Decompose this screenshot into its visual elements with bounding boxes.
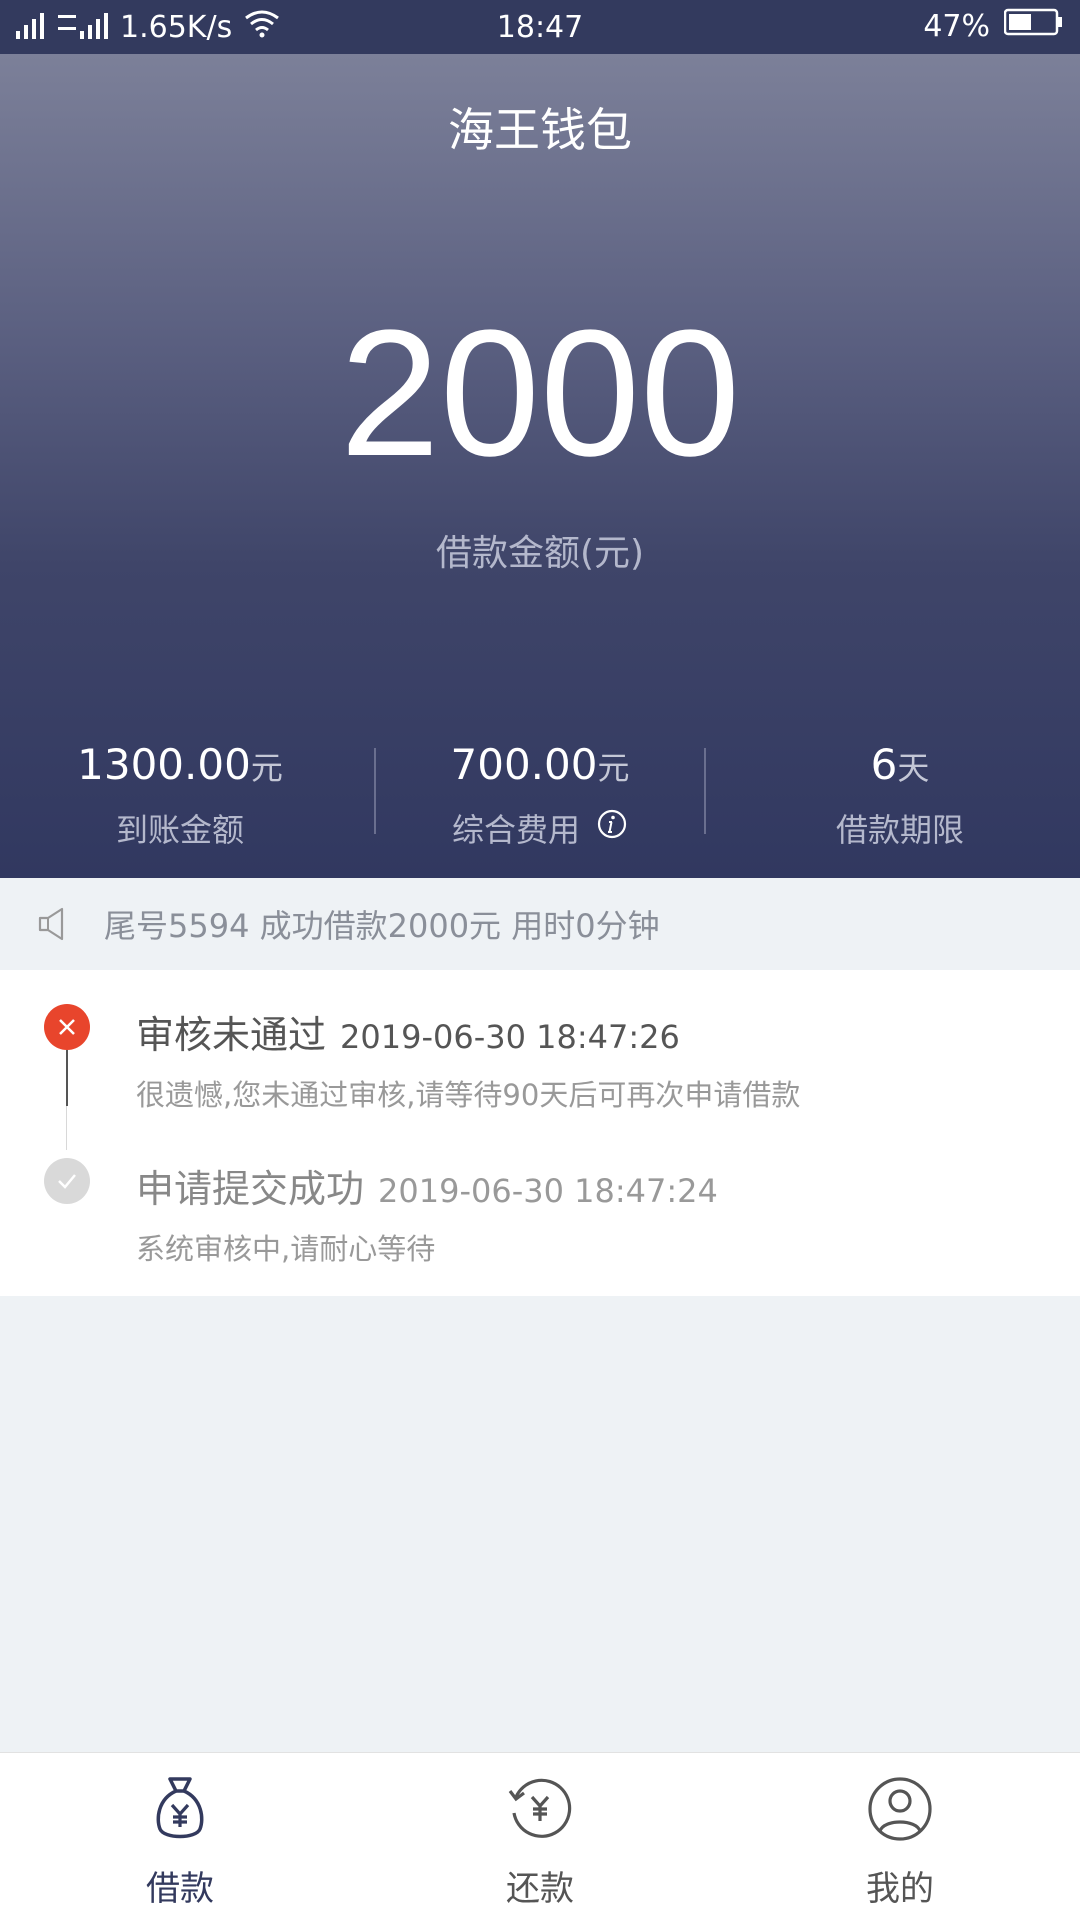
stat-loan-term: 6天 借款期限 (720, 740, 1080, 870)
tab-repay[interactable]: 还款 (360, 1753, 720, 1921)
timeline-desc: 很遗憾,您未通过审核,请等待90天后可再次申请借款 (136, 1078, 801, 1112)
battery-percent: 47% (923, 8, 990, 44)
application-timeline: 审核未通过 2019-06-30 18:47:26 很遗憾,您未通过审核,请等待9… (0, 970, 1080, 1296)
rejected-icon (44, 1004, 90, 1050)
loan-summary-header: 海王钱包 2000 借款金额(元) 1300.00元 到账金额 700.00元 … (0, 54, 1080, 878)
stat-label: 借款期限 (835, 811, 964, 849)
stat-divider (704, 748, 706, 834)
stat-unit: 元 (250, 749, 283, 787)
timeline-status: 申请提交成功 (136, 1167, 365, 1211)
battery-icon (1003, 8, 1064, 44)
tab-profile[interactable]: 我的 (720, 1753, 1080, 1921)
stat-received-amount: 1300.00元 到账金额 (0, 740, 360, 870)
stat-total-fee: 700.00元 综合费用 (360, 740, 720, 870)
bottom-tab-bar: 借款 还款 我的 (0, 1752, 1080, 1921)
timeline-status: 审核未通过 (136, 1013, 327, 1057)
repay-icon (504, 1773, 576, 1845)
stat-value: 1300.00 (77, 740, 251, 789)
loan-amount-label: 借款金额(元) (435, 533, 645, 574)
loan-amount: 2000 (339, 293, 741, 494)
timeline-connector (66, 1106, 67, 1150)
page-title: 海王钱包 (448, 103, 632, 157)
info-icon[interactable] (596, 808, 628, 848)
stat-label: 到账金额 (115, 811, 244, 849)
tab-label: 我的 (866, 1869, 934, 1909)
loan-stats: 1300.00元 到账金额 700.00元 综合费用 6天 借款期限 (0, 740, 1080, 870)
profile-icon (864, 1773, 936, 1845)
timeline-date: 2019-06-30 18:47:24 (378, 1172, 718, 1210)
tab-label: 借款 (146, 1869, 214, 1909)
timeline-title: 审核未通过 2019-06-30 18:47:26 (136, 1004, 680, 1059)
stat-value: 700.00 (450, 740, 598, 789)
stat-value: 6 (870, 740, 898, 789)
stat-unit: 元 (597, 749, 630, 787)
checkmark-icon (44, 1158, 90, 1204)
tab-borrow[interactable]: 借款 (0, 1753, 360, 1921)
timeline-desc: 系统审核中,请耐心等待 (136, 1232, 436, 1266)
stat-unit: 天 (897, 749, 930, 787)
money-bag-icon (144, 1773, 216, 1845)
announcement-bar: 尾号5594 成功借款2000元 用时0分钟 (0, 878, 1080, 970)
tab-label: 还款 (506, 1869, 574, 1909)
announcement-text: 尾号5594 成功借款2000元 用时0分钟 (104, 907, 660, 945)
status-right: 47% (923, 8, 1064, 44)
clock: 18:47 (496, 10, 584, 45)
timeline-connector (66, 1050, 68, 1106)
speaker-icon (34, 904, 74, 944)
status-bar: 1.65K/s 18:47 47% (0, 0, 1080, 54)
timeline-title: 申请提交成功 2019-06-30 18:47:24 (136, 1158, 718, 1213)
stat-label: 综合费用 (451, 811, 580, 849)
timeline-date: 2019-06-30 18:47:26 (340, 1018, 680, 1056)
